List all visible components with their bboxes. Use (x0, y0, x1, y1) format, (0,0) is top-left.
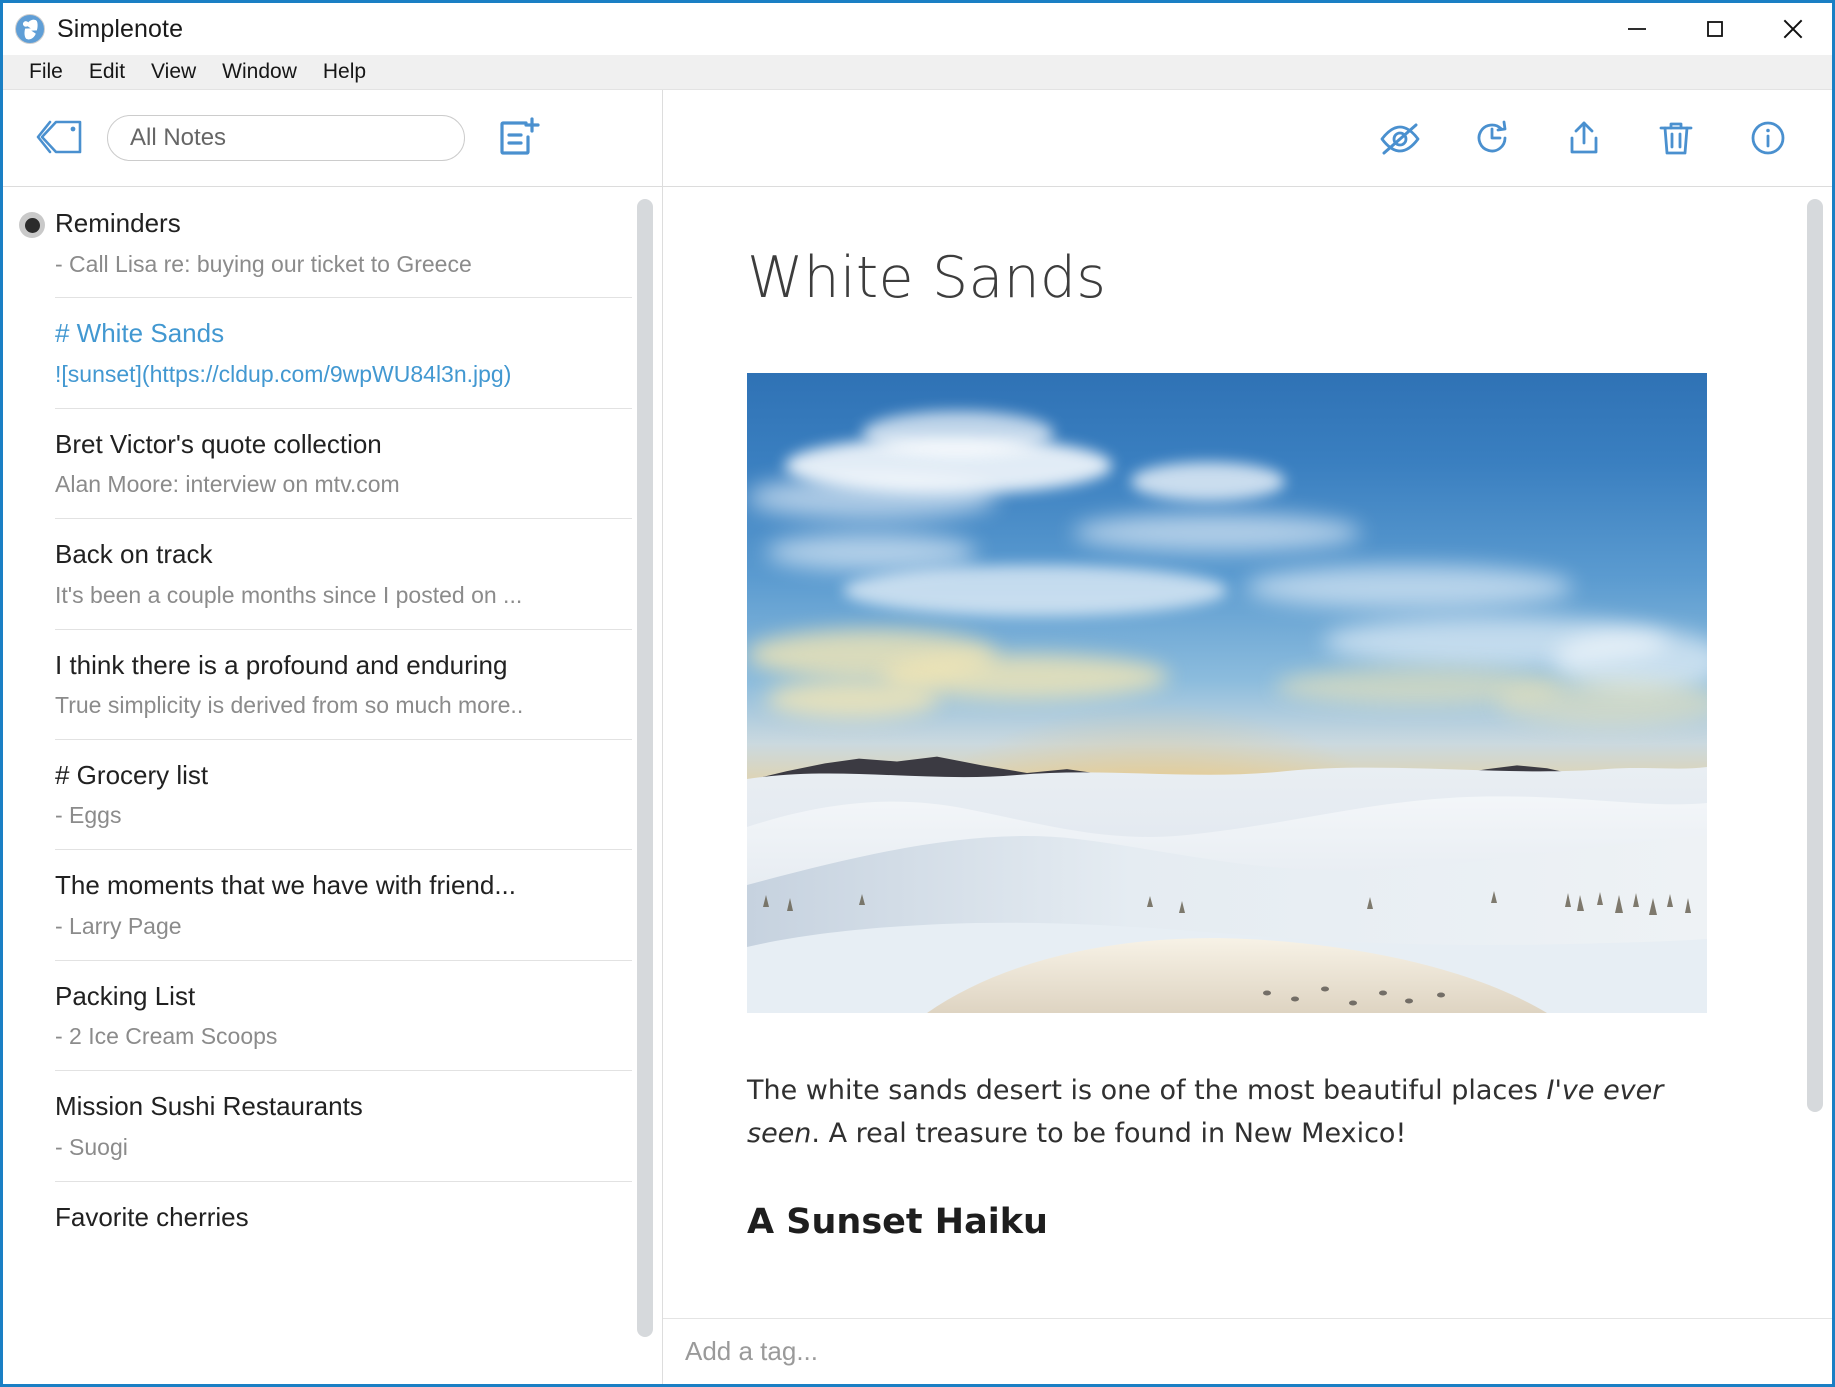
note-list[interactable]: Reminders - Call Lisa re: buying our tic… (3, 186, 662, 1384)
list-item[interactable]: Favorite cherries (3, 1181, 662, 1252)
editor-scrollbar[interactable] (1807, 197, 1823, 1310)
editor-toolbar (663, 90, 1832, 186)
pin-indicator-icon (19, 212, 45, 238)
simplenote-logo-icon (15, 14, 45, 44)
maximize-button[interactable] (1676, 3, 1754, 55)
search-box[interactable] (107, 115, 465, 161)
note-title: Bret Victor's quote collection (55, 428, 620, 461)
simplenote-window: Simplenote File Edit View Window Help (0, 0, 1835, 1387)
note-title: I think there is a profound and enduring (55, 649, 620, 682)
minimize-button[interactable] (1598, 3, 1676, 55)
note-excerpt: - Larry Page (55, 912, 620, 942)
cloud (1131, 462, 1285, 500)
note-list-pane: Reminders - Call Lisa re: buying our tic… (3, 90, 663, 1384)
note-title: Packing List (55, 980, 620, 1013)
close-button[interactable] (1754, 3, 1832, 55)
list-item[interactable]: Bret Victor's quote collection Alan Moor… (3, 408, 662, 518)
list-item[interactable]: Back on track It's been a couple months … (3, 518, 662, 628)
note-title: Reminders (55, 207, 620, 240)
title-bar: Simplenote (3, 3, 1832, 55)
note-subheading: A Sunset Haiku (747, 1202, 1723, 1242)
note-title: The moments that we have with friend... (55, 869, 620, 902)
note-paragraph: The white sands desert is one of the mos… (747, 1069, 1723, 1156)
note-title: # Grocery list (55, 759, 620, 792)
note-content: White Sands (663, 187, 1723, 1242)
note-excerpt: - Call Lisa re: buying our ticket to Gre… (55, 250, 620, 280)
editor-scroll-area[interactable]: White Sands (663, 186, 1832, 1318)
note-image-sunset (747, 373, 1707, 1013)
list-item[interactable]: The moments that we have with friend... … (3, 849, 662, 959)
tag-icon[interactable] (33, 110, 89, 166)
window-controls (1598, 3, 1832, 55)
info-circle-icon[interactable] (1746, 116, 1790, 160)
menu-edit[interactable]: Edit (76, 58, 138, 86)
list-item[interactable]: # Grocery list - Eggs (3, 739, 662, 849)
menu-view[interactable]: View (138, 58, 209, 86)
app-title: Simplenote (57, 15, 183, 44)
list-item[interactable]: Reminders - Call Lisa re: buying our tic… (3, 187, 662, 297)
note-excerpt: - Eggs (55, 801, 620, 831)
cloud (1496, 680, 1707, 725)
tag-bar[interactable] (663, 1318, 1832, 1384)
list-item[interactable]: # White Sands ![sunset](https://cldup.co… (3, 297, 662, 407)
note-title: Mission Sushi Restaurants (55, 1090, 620, 1123)
note-title: Favorite cherries (55, 1201, 620, 1234)
note-excerpt: It's been a couple months since I posted… (55, 581, 620, 611)
menu-bar: File Edit View Window Help (3, 55, 1832, 90)
main-body: Reminders - Call Lisa re: buying our tic… (3, 90, 1832, 1384)
cloud (766, 680, 939, 718)
scrollbar-thumb[interactable] (1807, 199, 1823, 1112)
note-list-scrollbar[interactable] (637, 197, 653, 1376)
list-item[interactable]: I think there is a profound and enduring… (3, 629, 662, 739)
list-item[interactable]: Mission Sushi Restaurants - Suogi (3, 1070, 662, 1180)
note-excerpt: Alan Moore: interview on mtv.com (55, 470, 620, 500)
cloud (843, 565, 1227, 616)
menu-file[interactable]: File (16, 58, 76, 86)
search-input[interactable] (130, 124, 442, 152)
note-title: Back on track (55, 538, 620, 571)
scrollbar-thumb[interactable] (637, 199, 653, 1337)
note-editor-pane: White Sands (663, 90, 1832, 1384)
page-title: White Sands (747, 247, 1723, 310)
paragraph-text-2: . A real treasure to be found in New Mex… (811, 1118, 1406, 1149)
menu-window[interactable]: Window (209, 58, 310, 86)
add-tag-input[interactable] (685, 1336, 1717, 1367)
sand-dunes (747, 757, 1707, 1013)
share-upload-icon[interactable] (1562, 116, 1606, 160)
list-item[interactable]: Packing List - 2 Ice Cream Scoops (3, 960, 662, 1070)
new-note-icon[interactable] (489, 110, 545, 166)
note-title: # White Sands (55, 317, 620, 350)
note-list-items: Reminders - Call Lisa re: buying our tic… (3, 187, 662, 1251)
cloud (1073, 513, 1361, 551)
history-clock-icon[interactable] (1470, 116, 1514, 160)
cloud (1246, 565, 1572, 610)
cloud (862, 411, 1054, 456)
trash-icon[interactable] (1654, 116, 1698, 160)
note-excerpt: ![sunset](https://cldup.com/9wpWU84l3n.j… (55, 360, 620, 390)
note-excerpt: - 2 Ice Cream Scoops (55, 1022, 620, 1052)
note-excerpt: - Suogi (55, 1133, 620, 1163)
cloud (766, 533, 977, 571)
cloud (747, 475, 997, 520)
menu-help[interactable]: Help (310, 58, 379, 86)
eye-off-icon[interactable] (1378, 116, 1422, 160)
paragraph-text-1: The white sands desert is one of the mos… (747, 1075, 1547, 1106)
note-list-toolbar (3, 90, 662, 186)
note-excerpt: True simplicity is derived from so much … (55, 691, 620, 721)
